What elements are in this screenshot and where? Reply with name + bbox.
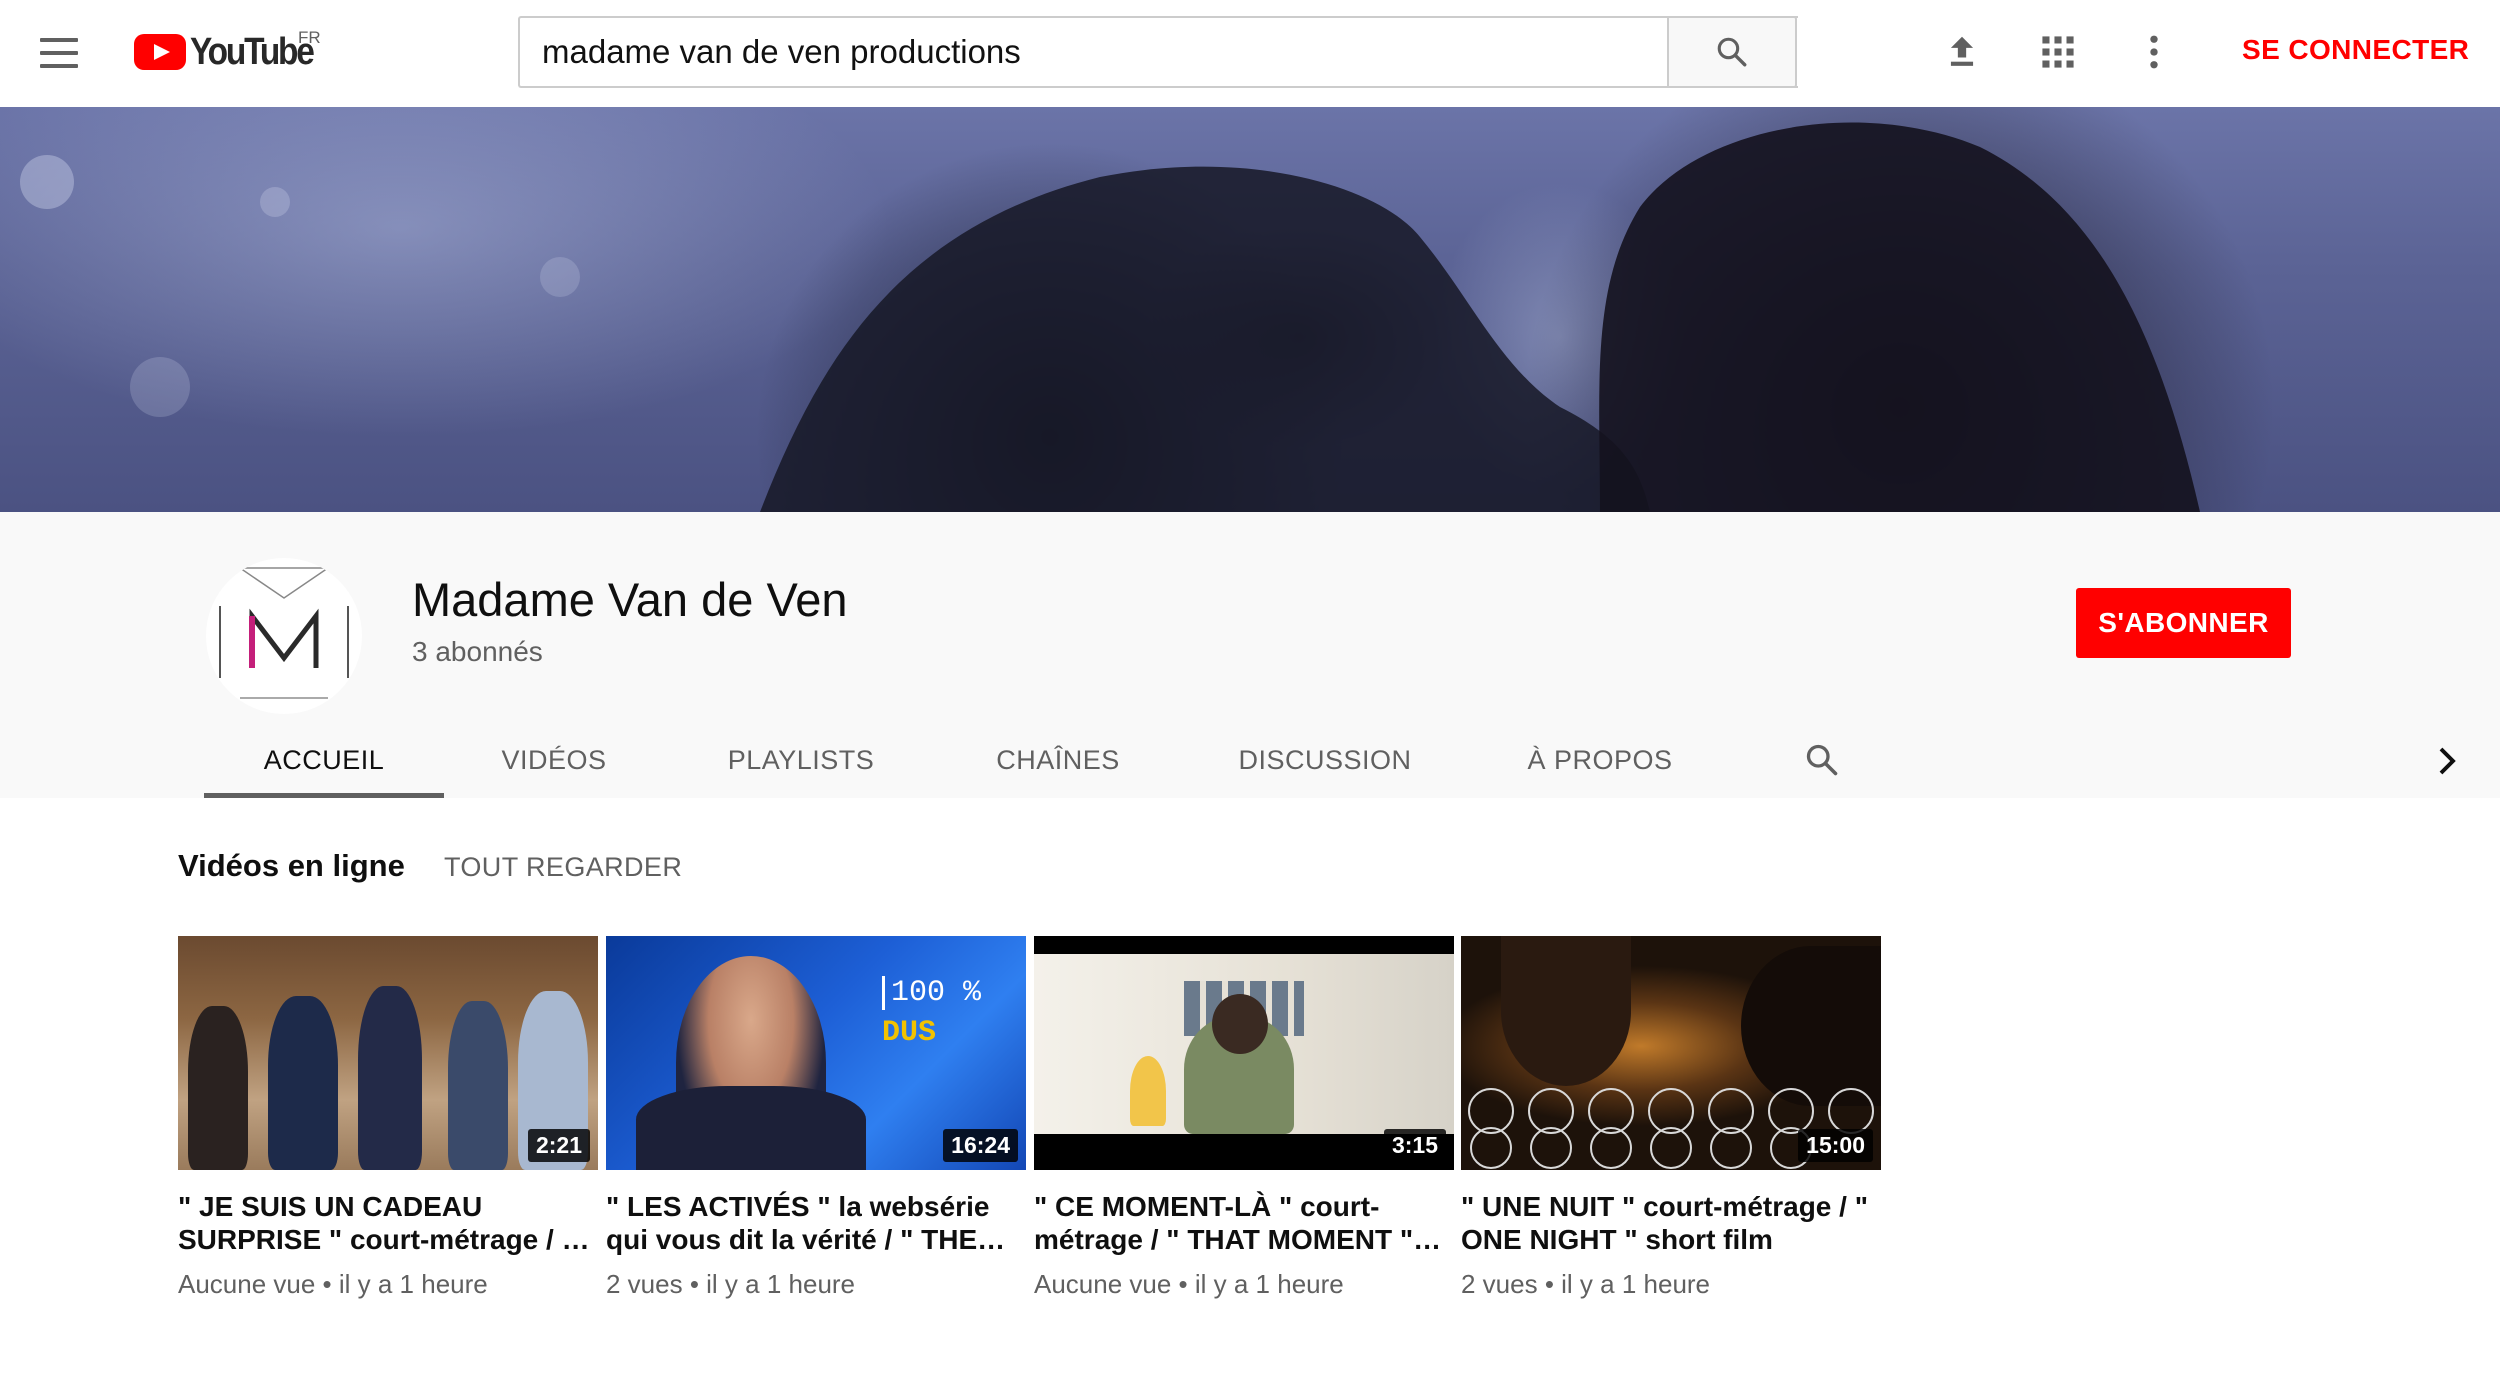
search-icon	[1717, 37, 1747, 67]
signin-link[interactable]: SE CONNECTER	[2242, 34, 2469, 66]
video-duration: 2:21	[527, 1129, 590, 1162]
video-card[interactable]: 3:15 " CE MOMENT-LÀ " court-métrage / " …	[1034, 936, 1454, 1300]
shelf-title: Vidéos en ligne	[178, 848, 405, 883]
youtube-play-icon	[134, 34, 186, 70]
search-button[interactable]	[1667, 16, 1797, 88]
channel-tabs: ACCUEIL VIDÉOS PLAYLISTS CHAÎNES DISCUSS…	[0, 722, 2500, 798]
channel-avatar[interactable]	[206, 558, 362, 714]
video-thumbnail[interactable]: 3:15	[1034, 936, 1454, 1170]
channel-name: Madame Van de Ven	[412, 573, 848, 626]
video-title[interactable]: " JE SUIS UN CADEAU SURPRISE " court-mét…	[178, 1190, 598, 1256]
video-card[interactable]: 15:00 " UNE NUIT " court-métrage / " ONE…	[1461, 936, 1881, 1300]
tab-chaines[interactable]: CHAÎNES	[986, 722, 1130, 798]
logo-text: YouTube	[190, 30, 315, 73]
video-card[interactable]: 2:21 " JE SUIS UN CADEAU SURPRISE " cour…	[178, 936, 598, 1300]
chevron-right-icon	[2439, 747, 2456, 775]
video-meta: 2 vues • il y a 1 heure	[1461, 1269, 1711, 1299]
video-duration: 16:24	[943, 1129, 1018, 1162]
thumbnail-text: DUS	[882, 1016, 937, 1050]
view-all-link[interactable]: TOUT REGARDER	[444, 852, 682, 883]
channel-banner	[0, 107, 2500, 512]
tab-accueil[interactable]: ACCUEIL	[204, 722, 444, 798]
masthead: YouTube FR madame van de ven productions…	[0, 0, 2500, 107]
menu-icon[interactable]	[40, 38, 78, 68]
banner-silhouettes	[760, 122, 2200, 512]
upload-icon	[1950, 36, 1974, 66]
subscriber-count: 3 abonnés	[412, 636, 543, 667]
tab-videos[interactable]: VIDÉOS	[486, 722, 622, 798]
tab-a-propos[interactable]: À PROPOS	[1520, 722, 1680, 798]
video-meta: Aucune vue • il y a 1 heure	[178, 1269, 488, 1299]
upload-button[interactable]	[1936, 26, 1988, 78]
video-thumbnail[interactable]: 2:21	[178, 936, 598, 1170]
tabs-next-button[interactable]	[2422, 736, 2472, 786]
more-vert-icon	[2150, 35, 2158, 69]
thumbnail-text: 100 %	[882, 976, 981, 1010]
video-thumbnail[interactable]: 15:00	[1461, 936, 1881, 1170]
video-duration: 3:15	[1383, 1129, 1446, 1162]
video-title[interactable]: " CE MOMENT-LÀ " court-métrage / " THAT …	[1034, 1190, 1454, 1256]
channel-search-button[interactable]	[1796, 734, 1848, 786]
more-button[interactable]	[2128, 26, 2180, 78]
country-code: FR	[298, 28, 321, 47]
video-thumbnail[interactable]: 100 % DUS 16:24	[606, 936, 1026, 1170]
video-title[interactable]: " UNE NUIT " court-métrage / " ONE NIGHT…	[1461, 1190, 1881, 1256]
tab-discussion[interactable]: DISCUSSION	[1230, 722, 1420, 798]
apps-grid-icon	[2042, 36, 2074, 68]
apps-button[interactable]	[2032, 26, 2084, 78]
tab-playlists[interactable]: PLAYLISTS	[716, 722, 886, 798]
search-icon	[1806, 744, 1838, 776]
search-input[interactable]: madame van de ven productions	[518, 16, 1798, 88]
video-meta: 2 vues • il y a 1 heure	[606, 1269, 856, 1299]
channel-header: Madame Van de Ven 3 abonnés S'ABONNER AC…	[0, 512, 2500, 798]
video-duration: 15:00	[1798, 1129, 1873, 1162]
channel-logo-icon	[219, 567, 349, 699]
video-meta: Aucune vue • il y a 1 heure	[1034, 1269, 1344, 1299]
video-card[interactable]: 100 % DUS 16:24 " LES ACTIVÉS " la websé…	[606, 936, 1026, 1300]
subscribe-button[interactable]: S'ABONNER	[2076, 588, 2291, 658]
video-title[interactable]: " LES ACTIVÉS " la websérie qui vous dit…	[606, 1190, 1026, 1256]
